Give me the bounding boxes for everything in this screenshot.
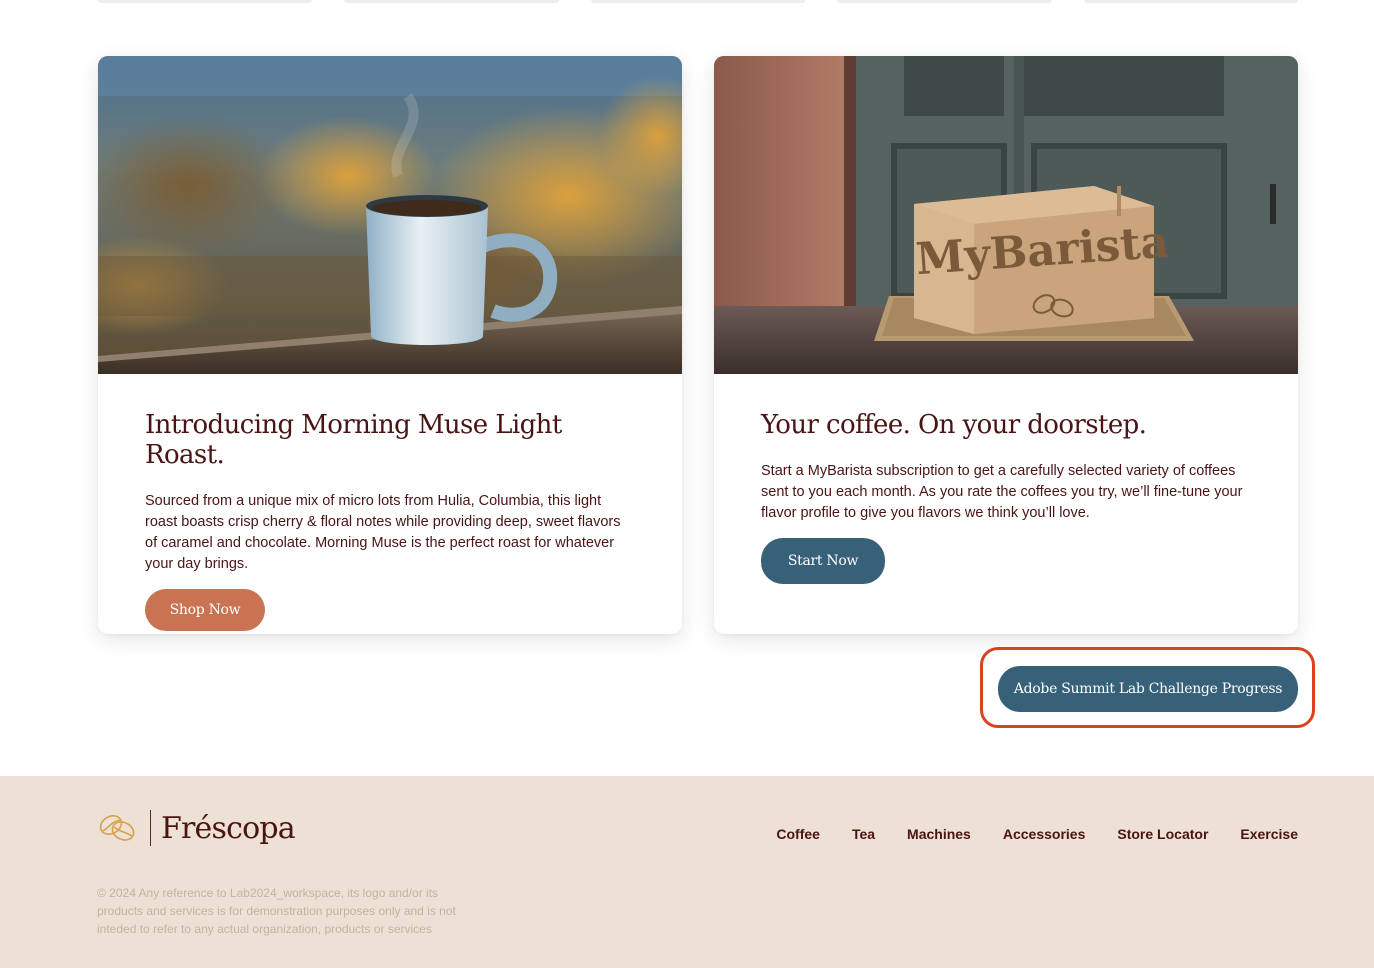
shop-now-button[interactable]: Shop Now bbox=[145, 589, 265, 631]
start-now-button[interactable]: Start Now bbox=[761, 538, 885, 584]
footer-link-exercise[interactable]: Exercise bbox=[1240, 826, 1298, 842]
footer-link-tea[interactable]: Tea bbox=[852, 826, 875, 842]
previous-section-edge bbox=[98, 0, 1299, 4]
logo-wordmark: Fréscopa bbox=[161, 810, 296, 846]
card-title: Your coffee. On your doorstep. bbox=[761, 410, 1147, 440]
card-title: Introducing Morning Muse Light Roast. bbox=[145, 410, 562, 470]
footer-nav: Coffee Tea Machines Accessories Store Lo… bbox=[776, 826, 1298, 842]
doorstep-box-image: MyBarista bbox=[714, 56, 1298, 374]
footer-link-machines[interactable]: Machines bbox=[907, 826, 971, 842]
card-description: Sourced from a unique mix of micro lots … bbox=[145, 493, 621, 572]
challenge-progress-button[interactable]: Adobe Summit Lab Challenge Progress bbox=[998, 666, 1298, 712]
footer-link-coffee[interactable]: Coffee bbox=[776, 826, 820, 842]
frescopa-logo[interactable]: Fréscopa bbox=[98, 810, 296, 846]
footer-link-accessories[interactable]: Accessories bbox=[1003, 826, 1086, 842]
card-description: Start a MyBarista subscription to get a … bbox=[761, 463, 1243, 521]
coffee-beans-icon bbox=[99, 815, 135, 841]
coffee-mug-image bbox=[98, 56, 682, 374]
copyright-text: © 2024 Any reference to Lab2024_workspac… bbox=[97, 886, 456, 936]
mybarista-card: MyBarista Your coffee. On your doorstep.… bbox=[714, 56, 1298, 634]
morning-muse-card: Introducing Morning Muse Light Roast. So… bbox=[98, 56, 682, 634]
site-footer: Fréscopa Coffee Tea Machines Accessories… bbox=[0, 776, 1374, 968]
footer-link-store-locator[interactable]: Store Locator bbox=[1117, 826, 1208, 842]
logo-divider bbox=[150, 810, 151, 846]
